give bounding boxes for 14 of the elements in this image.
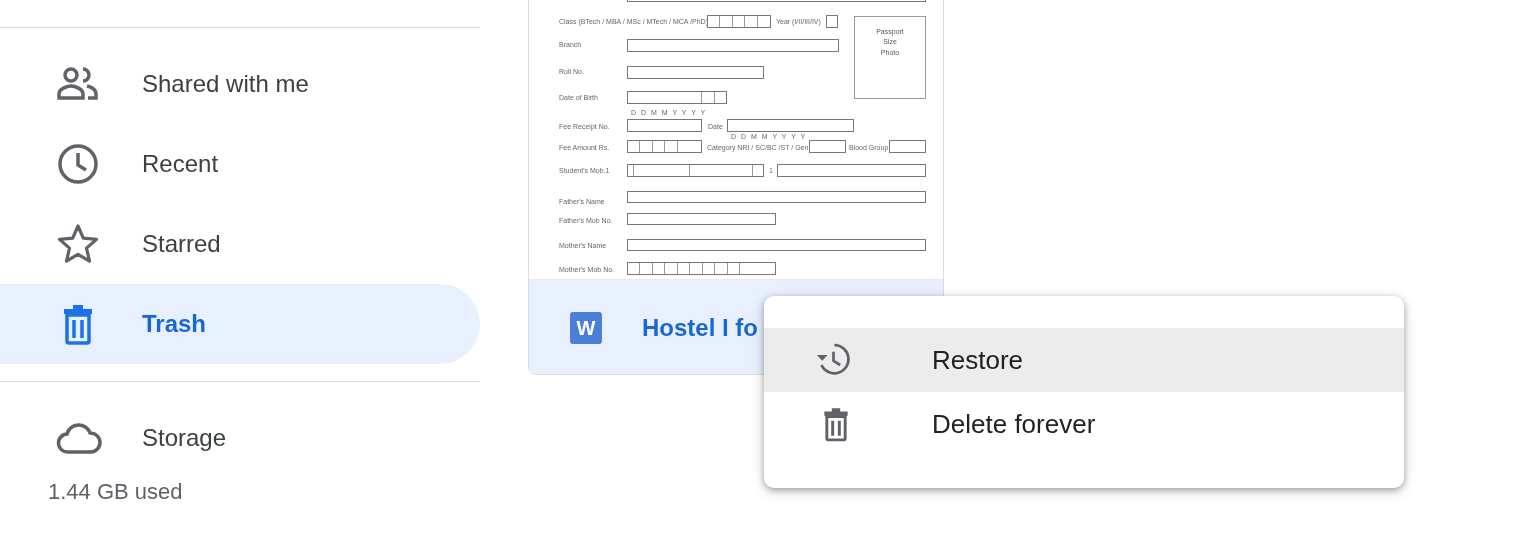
word-file-icon: W [570, 312, 602, 344]
form-field [809, 140, 846, 153]
menu-item[interactable]: Delete forever [764, 392, 1404, 456]
form-field [826, 15, 838, 28]
file-name: Hostel I fo [642, 313, 758, 343]
storage-usage: 1.44 GB used [48, 478, 184, 506]
sidebar-item[interactable]: Trash [0, 284, 480, 364]
sidebar-item[interactable]: Starred [0, 204, 480, 284]
storage-item[interactable]: Storage [0, 401, 480, 475]
sidebar-item[interactable]: Shared with me [0, 44, 480, 124]
sidebar-item[interactable]: Recent [0, 124, 480, 204]
form-field [889, 140, 926, 153]
form-field [707, 15, 771, 28]
menu-item[interactable]: Restore [764, 328, 1404, 392]
